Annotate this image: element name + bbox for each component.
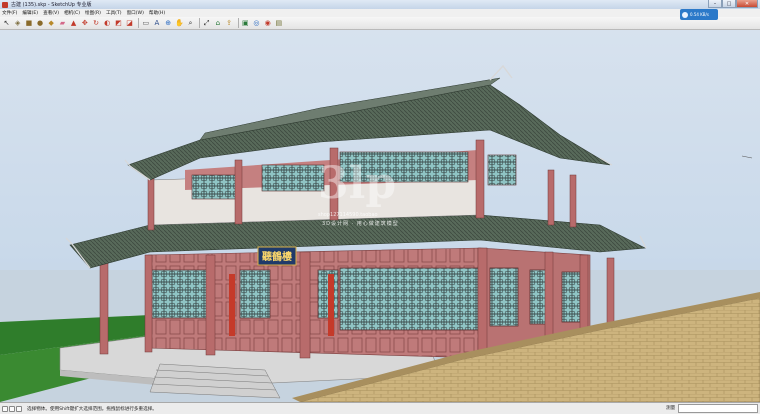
model-scene: 聽鶴樓: [0, 64, 760, 402]
measurements-label: 测量: [666, 406, 676, 411]
plaque-text: 聽鶴樓: [262, 250, 292, 263]
move-tool-icon[interactable]: ✥: [80, 19, 89, 28]
minimize-button[interactable]: –: [708, 0, 722, 8]
couplet-left: [229, 274, 235, 336]
toolbar-separator: [199, 18, 201, 28]
lower-window-center-left: [239, 269, 271, 319]
maximize-button[interactable]: □: [722, 0, 736, 8]
layers-icon[interactable]: ▤: [274, 19, 283, 28]
title-bar: 古建 (135).skp - SketchUp 专业版: [0, 0, 760, 9]
status-hint: 选择物体。使用Shift键扩大选择范围。拖拽鼠标进行多重选择。: [27, 406, 157, 412]
network-globe-icon: [682, 11, 688, 18]
circle-tool-icon[interactable]: ●: [36, 19, 45, 28]
tape-measure-icon[interactable]: ▭: [141, 19, 150, 28]
menu-item[interactable]: 工具(T): [106, 10, 122, 16]
toolbar-separator: [138, 18, 140, 28]
side-window-1: [489, 267, 519, 327]
menu-item[interactable]: 窗口(W): [127, 10, 144, 16]
make-component-icon[interactable]: ◈: [13, 19, 22, 28]
menu-item[interactable]: 编辑(E): [22, 10, 38, 16]
warehouse-icon[interactable]: ⌂: [213, 19, 222, 28]
watermark-url: shop127114590.taobao: [318, 212, 378, 218]
menu-bar: 文件(F) 编辑(E) 查看(V) 相机(C) 绘图(R) 工具(T) 窗口(W) 帮助(H): [0, 9, 760, 17]
roof-ridge-ornament: [489, 64, 513, 81]
credits-icon[interactable]: [9, 405, 15, 412]
menu-item[interactable]: 文件(F): [2, 10, 17, 16]
geo-location-icon[interactable]: [2, 405, 8, 412]
couplet-right: [328, 274, 334, 336]
eraser-icon[interactable]: ▰: [58, 19, 67, 28]
get-models-icon[interactable]: ▣: [241, 19, 250, 28]
follow-me-icon[interactable]: ◐: [103, 19, 112, 28]
lower-window-right: [339, 267, 479, 331]
upper-side-window: [487, 154, 517, 186]
axis-marker: [741, 155, 753, 159]
watermark-brand: 3lp: [318, 158, 397, 209]
extension-icon[interactable]: ◎: [252, 19, 261, 28]
rectangle-tool-icon[interactable]: ■: [24, 19, 33, 28]
zoom-extents-icon[interactable]: ⤢: [202, 19, 211, 28]
network-speed-value: 0.54 KB/s: [690, 12, 709, 17]
network-speed-widget[interactable]: 0.54 KB/s: [680, 9, 718, 20]
menu-item[interactable]: 帮助(H): [149, 10, 165, 16]
user-account-icon[interactable]: [16, 405, 22, 412]
upper-window-1: [191, 174, 239, 200]
styles-icon[interactable]: ◉: [263, 19, 272, 28]
lower-window-left: [151, 269, 208, 319]
model-viewport[interactable]: 聽鶴樓 3lp shop127114590.taobao 3D设计网 · 用心做…: [0, 30, 760, 402]
sketchup-window: 古建 (135).skp - SketchUp 专业版 – □ ✕ 文件(F) 编…: [0, 0, 760, 414]
main-toolbar: ↖ ◈ ■ ● ◆ ▰ ▲ ✥ ↻ ◐ ◩ ◪ ▭ A ⊕ ✋ ⌕ ⤢ ⌂ ⇪ ▣ ◎ ◉ ▤: [0, 17, 760, 30]
scale-tool-icon[interactable]: ◩: [114, 19, 123, 28]
rotate-tool-icon[interactable]: ↻: [92, 19, 101, 28]
pan-tool-icon[interactable]: ✋: [175, 19, 184, 28]
select-tool-icon[interactable]: ↖: [2, 19, 11, 28]
sketchup-logo-icon: [2, 1, 8, 8]
text-tool-icon[interactable]: A: [152, 19, 161, 28]
status-bar: 选择物体。使用Shift键扩大选择范围。拖拽鼠标进行多重选择。 测量: [0, 402, 760, 414]
share-model-icon[interactable]: ⇪: [225, 19, 234, 28]
orbit-tool-icon[interactable]: ⊕: [164, 19, 173, 28]
offset-tool-icon[interactable]: ◪: [125, 19, 134, 28]
close-button[interactable]: ✕: [736, 0, 758, 8]
side-window-3: [561, 271, 581, 323]
window-controls: – □ ✕: [708, 0, 758, 9]
push-pull-icon[interactable]: ▲: [69, 19, 78, 28]
zoom-tool-icon[interactable]: ⌕: [186, 19, 195, 28]
paint-bucket-icon[interactable]: ◆: [47, 19, 56, 28]
watermark-tagline: 3D设计网 · 用心做建筑模型: [322, 221, 399, 227]
status-icons: [2, 405, 23, 412]
menu-item[interactable]: 相机(C): [64, 10, 80, 16]
upper-window-2: [261, 164, 325, 192]
measurements-input[interactable]: [678, 404, 758, 413]
toolbar-separator: [237, 18, 239, 28]
window-title: 古建 (135).skp - SketchUp 专业版: [11, 2, 92, 8]
menu-item[interactable]: 查看(V): [43, 10, 59, 16]
menu-item[interactable]: 绘图(R): [85, 10, 101, 16]
